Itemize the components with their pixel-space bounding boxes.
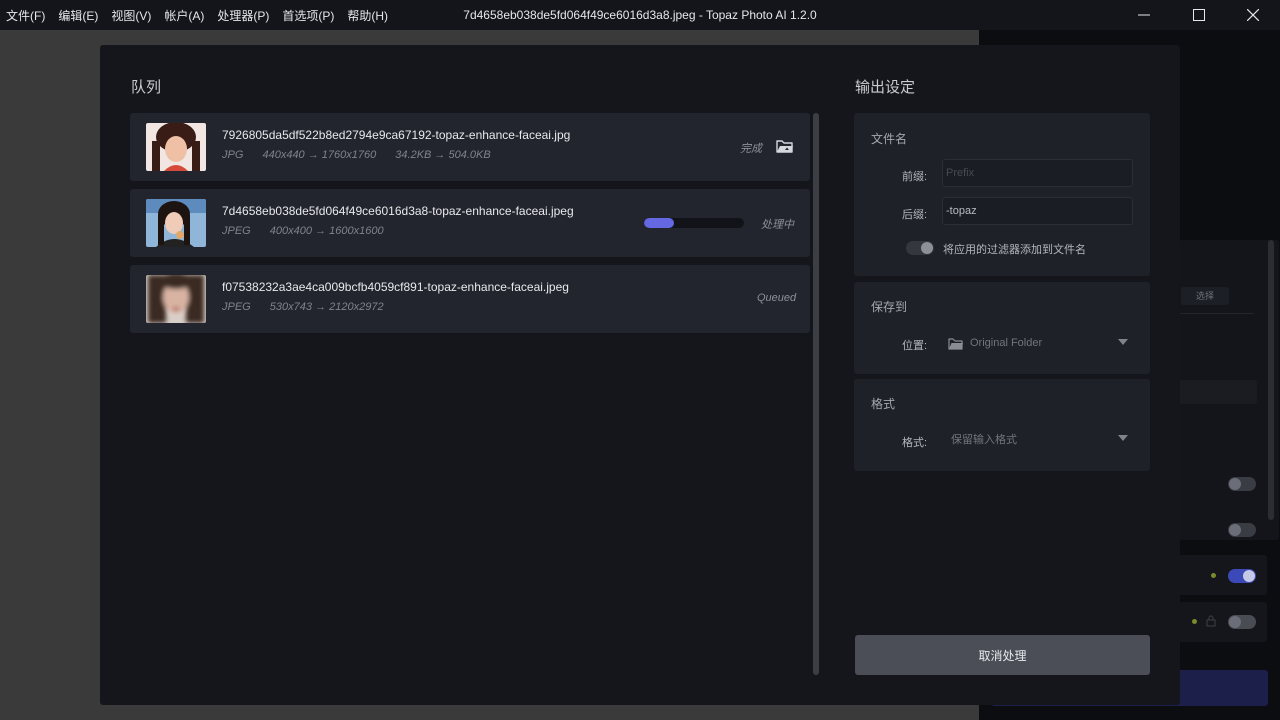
file-name: 7926805da5df522b8ed2794e9ca67192-topaz-e… (222, 128, 571, 142)
bg-toggle-3 (1228, 569, 1256, 583)
chevron-down-icon (1118, 435, 1128, 441)
close-icon (1247, 9, 1259, 21)
thumbnail (146, 199, 206, 247)
thumbnail (146, 123, 206, 171)
output-settings-title: 输出设定 (855, 79, 916, 96)
queue-item[interactable]: 7d4658eb038de5fd064f49ce6016d3a8-topaz-e… (130, 189, 810, 257)
queue-scrollbar[interactable] (813, 113, 819, 675)
menu-view[interactable]: 视图(V) (111, 7, 151, 24)
filename-section: 文件名 前缀: 后缀: 将应用的过滤器添加到文件名 (854, 113, 1150, 276)
queue-title: 队列 (131, 79, 162, 96)
menu-edit[interactable]: 编辑(E) (58, 7, 98, 24)
file-dimensions: 440x440 → 1760x1760 (262, 149, 377, 161)
bg-toggle-2 (1228, 523, 1256, 537)
save-to-section: 保存到 位置: Original Folder (854, 282, 1150, 374)
file-meta: JPEG 400x400 → 1600x1600 (222, 225, 400, 237)
file-dimensions: 530x743 → 2120x2972 (269, 301, 384, 313)
menu-preferences[interactable]: 首选项(P) (282, 7, 334, 24)
file-meta: JPG 440x440 → 1760x1760 34.2KB → 504.0KB (222, 149, 507, 161)
format-section: 格式 格式: 保留输入格式 (854, 379, 1150, 471)
progress-bar (644, 218, 744, 228)
add-filters-toggle-label: 将应用的过滤器添加到文件名 (943, 244, 1086, 256)
status-label: 完成 (740, 143, 762, 155)
maximize-button[interactable] (1172, 0, 1226, 30)
cancel-processing-button[interactable]: 取消处理 (855, 635, 1150, 675)
title-bar: 文件(F) 编辑(E) 视图(V) 帐户(A) 处理器(P) 首选项(P) 帮助… (0, 0, 1280, 30)
format-select[interactable]: 保留输入格式 (951, 427, 1135, 451)
file-size: 34.2KB → 504.0KB (395, 149, 491, 161)
file-format: JPEG (222, 301, 251, 313)
bg-toggle-1 (1228, 477, 1256, 491)
format-label: 格式: (902, 437, 928, 449)
chevron-down-icon (1118, 339, 1128, 345)
open-folder-button[interactable] (776, 138, 794, 154)
bg-divider (1179, 313, 1254, 314)
save-to-section-title: 保存到 (871, 300, 908, 314)
status-label: Queued (757, 292, 797, 304)
queue-item[interactable]: f07538232a3ae4ca009bcfb4059cf891-topaz-e… (130, 265, 810, 333)
prefix-input[interactable] (942, 159, 1133, 187)
minimize-button[interactable] (1117, 0, 1171, 30)
menu-file[interactable]: 文件(F) (6, 7, 45, 24)
format-section-title: 格式 (871, 397, 896, 411)
bg-field (1179, 380, 1257, 404)
file-name: f07538232a3ae4ca009bcfb4059cf891-topaz-e… (222, 280, 569, 294)
status-label: 处理中 (761, 219, 794, 231)
menu-processor[interactable]: 处理器(P) (217, 7, 269, 24)
menu-bar: 文件(F) 编辑(E) 视图(V) 帐户(A) 处理器(P) 首选项(P) 帮助… (0, 7, 401, 24)
thumbnail (146, 275, 206, 323)
prefix-label: 前缀: (902, 171, 928, 183)
add-filters-toggle[interactable] (906, 241, 934, 255)
queue-list: 7926805da5df522b8ed2794e9ca67192-topaz-e… (130, 113, 810, 341)
location-select[interactable]: Original Folder (948, 331, 1132, 355)
close-button[interactable] (1226, 0, 1280, 30)
toggle-knob (921, 242, 933, 254)
location-label: 位置: (902, 340, 928, 352)
file-dimensions: 400x400 → 1600x1600 (269, 225, 384, 237)
suffix-label: 后缀: (902, 209, 928, 221)
file-format: JPEG (222, 225, 251, 237)
suffix-input[interactable] (942, 197, 1133, 225)
filename-section-title: 文件名 (871, 132, 908, 146)
queue-modal: 队列 7926805da5df522b8ed2794e9ca67192-topa… (100, 45, 1180, 705)
file-meta: JPEG 530x743 → 2120x2972 (222, 301, 400, 313)
folder-icon (948, 337, 963, 350)
bg-select-button: 选择 (1181, 287, 1229, 305)
lock-icon (1206, 615, 1216, 627)
maximize-icon (1193, 9, 1205, 21)
bg-toggle-4 (1228, 615, 1256, 629)
format-value: 保留输入格式 (951, 434, 1017, 446)
open-folder-icon (776, 140, 793, 153)
progress-fill (644, 218, 674, 228)
file-format: JPG (222, 149, 244, 161)
file-name: 7d4658eb038de5fd064f49ce6016d3a8-topaz-e… (222, 204, 574, 218)
bg-scrollbar (1268, 240, 1274, 520)
menu-account[interactable]: 帐户(A) (164, 7, 204, 24)
bg-status-dot (1211, 573, 1216, 578)
bg-status-dot-2 (1192, 619, 1197, 624)
queue-item[interactable]: 7926805da5df522b8ed2794e9ca67192-topaz-e… (130, 113, 810, 181)
location-value: Original Folder (970, 337, 1043, 349)
minimize-icon (1138, 14, 1150, 16)
menu-help[interactable]: 帮助(H) (347, 7, 388, 24)
